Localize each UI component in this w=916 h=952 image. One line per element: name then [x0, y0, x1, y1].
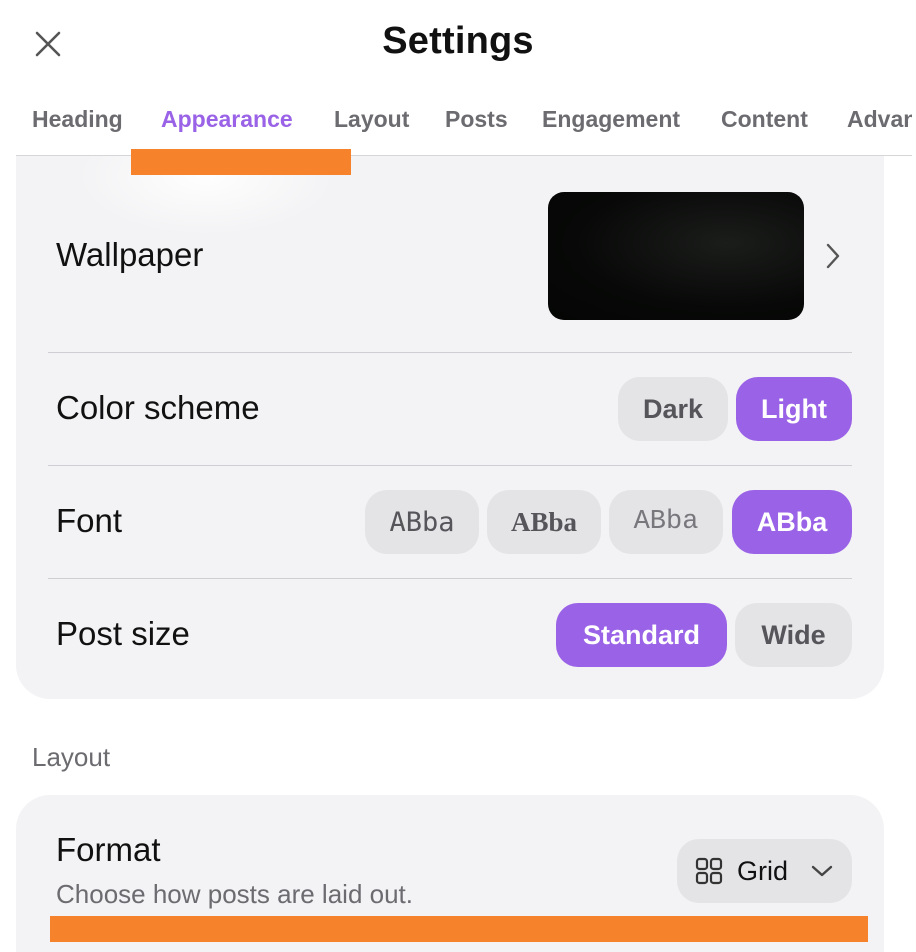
format-value: Grid: [737, 855, 789, 886]
page-title: Settings: [382, 20, 534, 62]
format-label: Format: [56, 831, 161, 868]
color-scheme-dark-button[interactable]: Dark: [618, 377, 728, 441]
chevron-down-icon: [811, 865, 833, 877]
tab-heading[interactable]: Heading: [32, 106, 123, 133]
color-scheme-label: Color scheme: [56, 389, 260, 426]
tab-advanced[interactable]: Advan: [847, 106, 912, 133]
post-size-standard-button[interactable]: Standard: [556, 603, 727, 667]
post-size-wide-button[interactable]: Wide: [735, 603, 852, 667]
tab-bar: Heading Appearance Layout Posts Engageme…: [16, 100, 912, 156]
color-scheme-light-button[interactable]: Light: [736, 377, 852, 441]
divider: [48, 578, 852, 579]
font-option-sans[interactable]: ABba: [732, 490, 852, 554]
tab-posts[interactable]: Posts: [445, 106, 508, 133]
tab-content[interactable]: Content: [721, 106, 808, 133]
wallpaper-preview[interactable]: [548, 192, 804, 320]
wallpaper-label: Wallpaper: [56, 236, 204, 273]
font-option-mono[interactable]: ABba: [365, 490, 479, 554]
post-size-label: Post size: [56, 615, 190, 652]
tab-appearance[interactable]: Appearance: [161, 106, 293, 133]
wallpaper-open-button[interactable]: [822, 238, 844, 274]
tab-layout[interactable]: Layout: [334, 106, 409, 133]
grid-icon: [695, 857, 723, 885]
format-select[interactable]: Grid: [677, 839, 852, 903]
format-description: Choose how posts are laid out.: [56, 879, 413, 909]
highlight-bar: [50, 916, 868, 942]
layout-section-title: Layout: [32, 742, 111, 772]
font-option-serif[interactable]: ABba: [487, 490, 601, 554]
header: Settings: [0, 0, 916, 90]
chevron-right-icon: [826, 243, 840, 269]
font-label: Font: [56, 502, 123, 539]
tab-engagement[interactable]: Engagement: [542, 106, 680, 133]
tab-active-indicator: [131, 149, 351, 175]
appearance-card: Wallpaper Color scheme Dark Light Font A…: [16, 156, 884, 699]
divider: [48, 352, 852, 353]
font-option-typewriter[interactable]: ABba: [609, 490, 723, 554]
divider: [48, 465, 852, 466]
